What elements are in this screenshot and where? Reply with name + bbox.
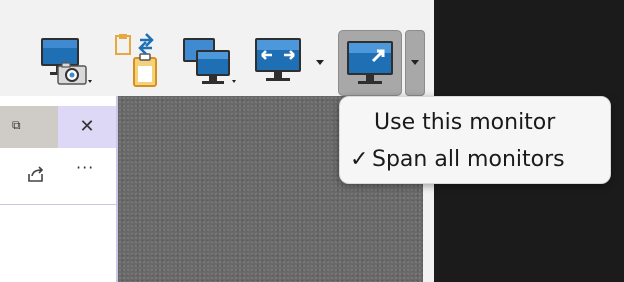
multi-monitor-icon	[183, 38, 236, 84]
panel-actions: ···	[0, 148, 116, 205]
fullscreen-button[interactable]	[338, 30, 402, 96]
fullscreen-button-group	[338, 30, 426, 96]
screenshot-button[interactable]	[38, 36, 96, 88]
close-icon[interactable]: ✕	[58, 106, 116, 148]
clipboard-transfer-icon	[115, 33, 157, 87]
toolbar	[0, 0, 434, 96]
checkmark-icon: ✓	[350, 147, 369, 172]
more-icon[interactable]: ···	[76, 158, 94, 177]
fit-window-button[interactable]	[252, 36, 304, 88]
monitor-arrows-icon	[255, 38, 301, 81]
restore-icon[interactable]: ⧉	[12, 118, 30, 136]
share-icon[interactable]	[26, 164, 46, 184]
menu-item-label: Span all monitors	[372, 147, 565, 172]
panel-titlebar: ⧉ ✕	[0, 106, 116, 148]
monitor-menu: Use this monitor ✓ Span all monitors	[339, 96, 611, 184]
multi-monitor-button[interactable]	[180, 36, 242, 88]
fullscreen-dropdown-button[interactable]	[405, 30, 425, 96]
clipboard-button[interactable]	[112, 30, 164, 88]
monitor-camera-icon	[41, 38, 92, 85]
menu-item-span-all-monitors[interactable]: ✓ Span all monitors	[340, 142, 612, 178]
chevron-down-icon	[411, 60, 419, 65]
menu-item-label: Use this monitor	[374, 110, 556, 135]
monitor-expand-icon	[347, 41, 393, 84]
fit-window-dropdown[interactable]	[316, 60, 324, 65]
side-panel: ⧉ ✕ ···	[0, 96, 118, 282]
menu-item-use-this-monitor[interactable]: Use this monitor	[340, 105, 612, 141]
